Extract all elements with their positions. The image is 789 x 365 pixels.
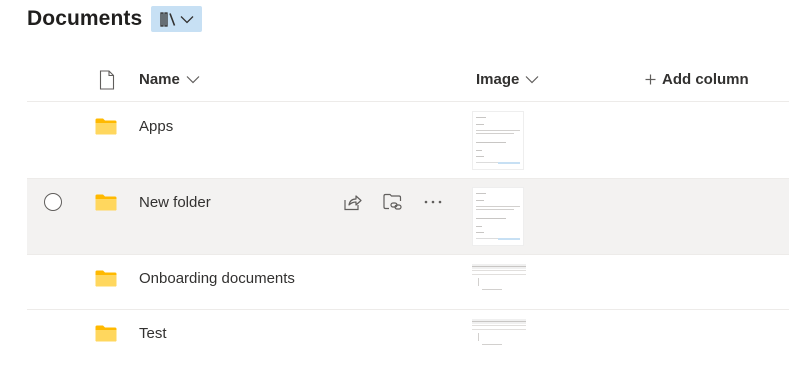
name-column-label: Name	[139, 71, 180, 88]
image-thumbnail	[472, 111, 524, 170]
add-column-label: Add column	[662, 71, 749, 88]
list-item[interactable]: Onboarding documents	[27, 255, 789, 310]
item-name[interactable]: Test	[139, 325, 167, 342]
folder-icon	[95, 270, 117, 287]
file-type-column-header[interactable]	[93, 58, 115, 101]
chevron-down-icon	[525, 76, 539, 84]
copy-link-button[interactable]	[381, 190, 405, 214]
chevron-down-icon	[186, 76, 200, 84]
library-view-icon	[160, 11, 176, 27]
copy-link-icon	[383, 193, 402, 210]
image-column-label: Image	[476, 71, 520, 88]
more-options-icon	[424, 200, 442, 204]
list-item[interactable]: New folder	[27, 179, 789, 255]
image-thumbnail	[472, 263, 526, 296]
image-thumbnail	[472, 187, 524, 246]
list-item[interactable]: Apps	[27, 102, 789, 179]
chevron-down-icon	[180, 15, 194, 23]
folder-icon	[95, 118, 117, 135]
name-column-header[interactable]: Name	[139, 58, 200, 101]
column-header-row: Name Image Add column	[27, 58, 789, 102]
page-title: Documents	[27, 7, 143, 30]
spreadsheet-preview-thumbnail	[472, 264, 526, 290]
row-select-checkbox[interactable]	[44, 193, 62, 211]
image-thumbnail	[472, 318, 526, 351]
plus-icon	[645, 74, 656, 85]
image-column-header[interactable]: Image	[476, 58, 539, 101]
list-item[interactable]: Test	[27, 310, 789, 365]
item-name[interactable]: Onboarding documents	[139, 270, 295, 287]
share-icon	[343, 194, 362, 210]
more-options-button[interactable]	[421, 190, 445, 214]
library-header: Documents	[27, 5, 203, 33]
spreadsheet-preview-thumbnail	[472, 319, 526, 345]
document-preview-thumbnail	[476, 117, 520, 164]
share-button[interactable]	[340, 190, 364, 214]
item-name[interactable]: New folder	[139, 194, 211, 211]
document-preview-thumbnail	[476, 193, 520, 240]
view-switcher-button[interactable]	[151, 6, 203, 32]
folder-icon	[95, 325, 117, 342]
document-icon	[99, 69, 115, 90]
add-column-button[interactable]: Add column	[645, 58, 749, 101]
folder-icon	[95, 194, 117, 211]
item-name[interactable]: Apps	[139, 118, 173, 135]
